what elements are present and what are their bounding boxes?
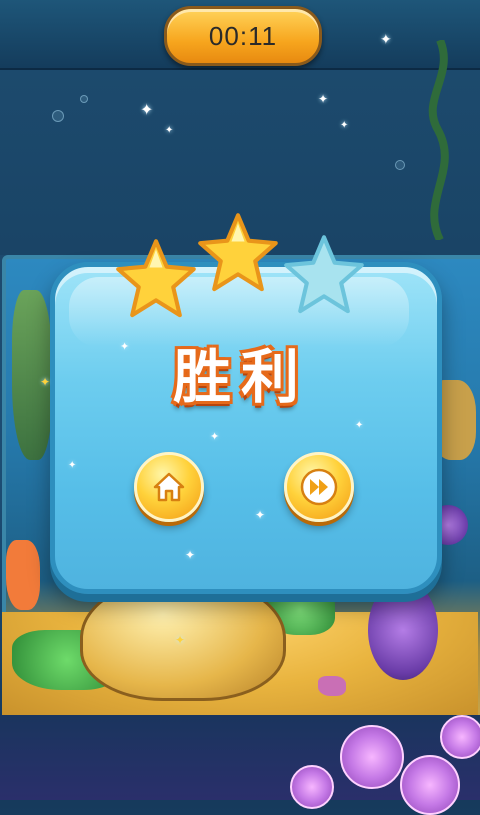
- star-empty-icon: [284, 235, 364, 314]
- fast-forward-icon: [300, 468, 338, 506]
- next-level-button[interactable]: [284, 452, 354, 522]
- bubble: [80, 95, 88, 103]
- anemone: [440, 715, 480, 759]
- home-button[interactable]: [134, 452, 204, 522]
- sparkle-icon: ✦: [175, 633, 186, 647]
- top-hud-bar: 00:11: [0, 0, 480, 70]
- sparkle-icon: ✦: [355, 420, 364, 431]
- star-earned-icon: [198, 213, 278, 292]
- bubble: [395, 160, 405, 170]
- sparkle-icon: ✦: [340, 120, 349, 131]
- sparkle-icon: ✦: [255, 508, 266, 522]
- orange-coral: [6, 540, 40, 610]
- purple-octopus: [368, 580, 438, 680]
- sparkle-icon: ✦: [120, 340, 130, 353]
- sparkle-icon: ✦: [140, 100, 154, 119]
- sparkle-icon: ✦: [165, 125, 174, 136]
- sparkle-icon: ✦: [318, 92, 329, 106]
- sparkle-icon: ✦: [40, 375, 51, 389]
- sparkle-icon: ✦: [210, 430, 220, 443]
- timer-display: 00:11: [164, 6, 322, 66]
- home-icon: [153, 472, 185, 502]
- bottom-reef: [0, 715, 480, 815]
- anemone: [290, 765, 334, 809]
- sparkle-icon: ✦: [185, 548, 196, 562]
- star-earned-icon: [116, 239, 196, 318]
- shell: [318, 676, 346, 696]
- sparkle-icon: ✦: [68, 460, 77, 471]
- seaweed-decoration: [428, 40, 449, 240]
- anemone: [400, 755, 460, 815]
- victory-dialog: [50, 262, 442, 594]
- sparkle-icon: ✦: [380, 32, 392, 48]
- bubble: [52, 110, 64, 122]
- anemone: [340, 725, 404, 789]
- victory-title: 胜利: [172, 343, 309, 411]
